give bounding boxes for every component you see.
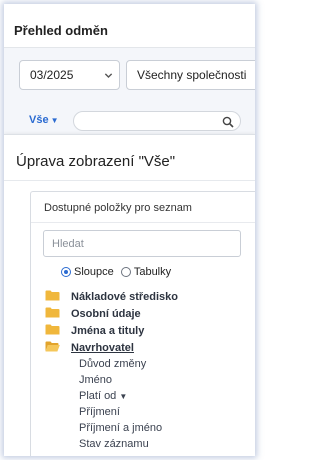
page-title: Přehled odměn: [14, 23, 108, 38]
view-selector-label: Vše: [29, 114, 49, 126]
tree-folder-label: Nákladové středisko: [71, 291, 178, 303]
tree-item-record-status[interactable]: Stav záznamu: [45, 437, 250, 453]
items-tree: Nákladové středisko Osobní údaje Jména a…: [45, 289, 250, 453]
tree-item-label: Příjmení a jméno: [79, 422, 163, 434]
month-select-value: 03/2025: [30, 68, 74, 82]
tree-item-full-name[interactable]: Příjmení a jméno: [45, 421, 250, 437]
radio-tables-label: Tabulky: [133, 266, 172, 278]
view-edit-panel: Úprava zobrazení "Vše" Dostupné položky …: [4, 134, 255, 456]
header: Přehled odměn: [4, 4, 255, 48]
panel-divider: [4, 180, 255, 181]
tree-item-last-name[interactable]: Příjmení: [45, 405, 250, 421]
panel-title: Úprava zobrazení "Vše": [16, 153, 176, 170]
available-items-box: Dostupné položky pro seznam Sloupce Tabu…: [30, 191, 255, 456]
radio-columns[interactable]: Sloupce: [61, 266, 114, 278]
available-items-title: Dostupné položky pro seznam: [44, 202, 192, 214]
radio-tables[interactable]: Tabulky: [120, 266, 172, 278]
tree-item-label: Jméno: [79, 374, 113, 386]
radio-button[interactable]: [120, 267, 131, 277]
tree-folder-proposer[interactable]: Navrhovatel: [45, 340, 250, 356]
search-input[interactable]: [73, 111, 241, 131]
tree-folder-label: Osobní údaje: [71, 308, 141, 320]
radio-columns-label: Sloupce: [74, 266, 114, 278]
tree-folder-personal-data[interactable]: Osobní údaje: [45, 306, 250, 322]
display-mode-radio-group: Sloupce Tabulky: [61, 266, 175, 280]
tree-folder-label: Jména a tituly: [71, 325, 145, 337]
folder-icon: [45, 307, 60, 321]
caret-down-icon: ▼: [50, 116, 59, 125]
tree-folder-names-titles[interactable]: Jména a tituly: [45, 323, 250, 339]
company-select[interactable]: Všechny společnosti: [126, 60, 255, 90]
tree-item-label: Příjmení: [79, 406, 120, 418]
tree-folder-cost-center[interactable]: Nákladové středisko: [45, 289, 250, 305]
view-selector[interactable]: Vše ▼: [29, 114, 59, 126]
radio-button-checked[interactable]: [61, 267, 71, 277]
items-search-input[interactable]: [43, 230, 241, 257]
folder-icon: [45, 324, 60, 338]
tree-item-valid-from[interactable]: Platí od ▼: [45, 389, 250, 405]
caret-down-icon[interactable]: ▼: [119, 392, 127, 401]
chevron-down-icon: [104, 69, 113, 83]
section-divider: [31, 222, 255, 223]
tree-item-label: Stav záznamu: [79, 438, 149, 450]
folder-icon: [45, 290, 60, 304]
tree-item-change-reason[interactable]: Důvod změny: [45, 357, 250, 373]
tree-folder-label: Navrhovatel: [71, 342, 134, 354]
company-select-value: Všechny společnosti: [137, 68, 247, 82]
tree-item-first-name[interactable]: Jméno: [45, 373, 250, 389]
month-select[interactable]: 03/2025: [19, 60, 120, 90]
filter-bar: 03/2025 Všechny společnosti: [4, 49, 255, 101]
tree-item-label: Důvod změny: [79, 358, 147, 370]
folder-open-icon: [45, 341, 60, 355]
app-window: Přehled odměn 03/2025 Všechny společnost…: [4, 4, 255, 456]
tree-item-label: Platí od: [79, 390, 117, 402]
search-icon[interactable]: [222, 115, 234, 133]
